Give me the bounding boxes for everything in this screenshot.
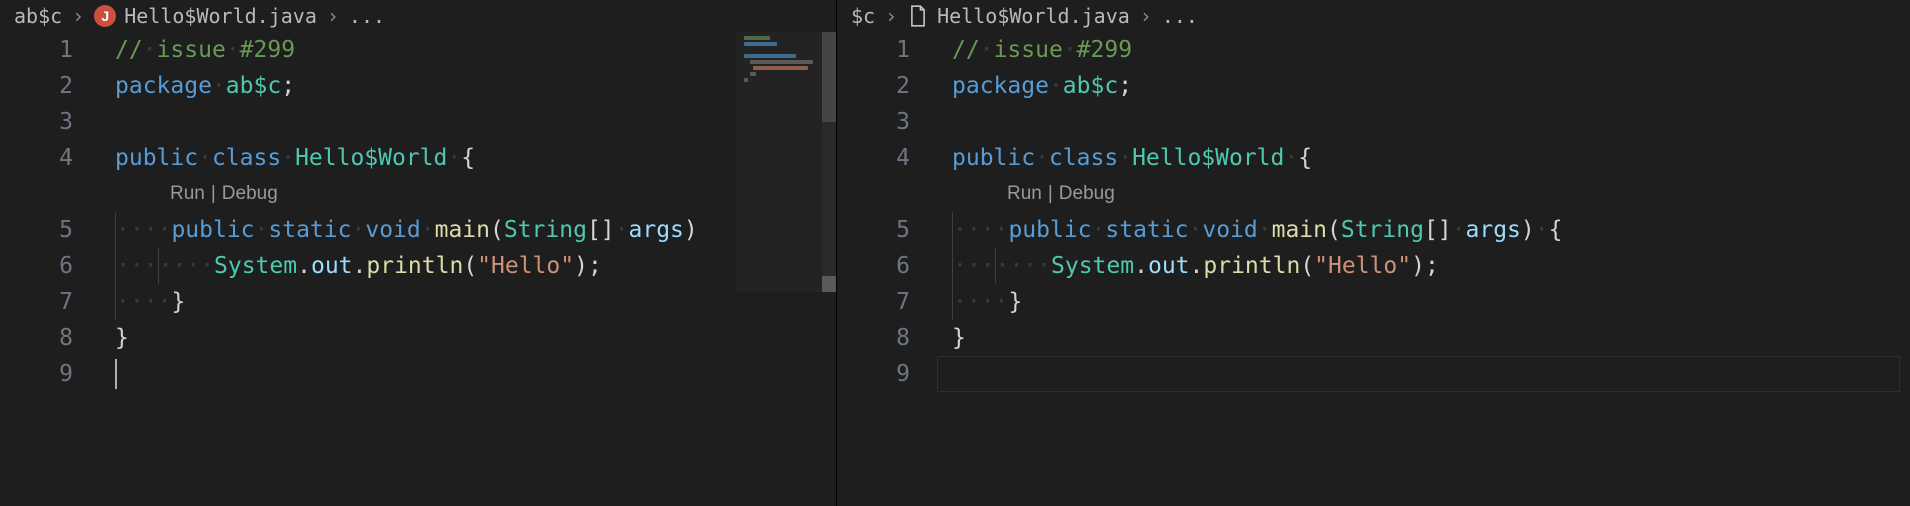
- code-line[interactable]: //·issue·#299: [952, 32, 1910, 68]
- breadcrumb-package[interactable]: ab$c: [14, 4, 62, 28]
- breadcrumb[interactable]: ab$c › J Hello$World.java › ...: [0, 0, 836, 32]
- breadcrumb-package[interactable]: $c: [851, 4, 875, 28]
- line-number: 9: [0, 356, 73, 392]
- breadcrumb-file-label: Hello$World.java: [937, 4, 1130, 28]
- code-line[interactable]: ····}: [115, 284, 836, 320]
- breadcrumb-file-label: Hello$World.java: [124, 4, 317, 28]
- breadcrumb-file[interactable]: J Hello$World.java: [94, 4, 317, 28]
- minimap-viewport-indicator[interactable]: [822, 276, 836, 292]
- code-line[interactable]: [115, 104, 836, 140]
- minimap-content: [744, 36, 818, 84]
- code-line[interactable]: public·class·Hello$World·{: [115, 140, 836, 176]
- line-number: [0, 176, 73, 212]
- codelens-debug[interactable]: Debug: [1059, 176, 1115, 212]
- chevron-right-icon: ›: [1140, 4, 1152, 28]
- code-editor[interactable]: 1 2 3 4 5 6 7 8 9 //·issue·#299 package·…: [837, 32, 1910, 506]
- java-file-icon: J: [94, 5, 116, 27]
- breadcrumb-symbol[interactable]: ...: [1162, 4, 1198, 28]
- editor-pane-left: ab$c › J Hello$World.java › ... 1 2 3 4 …: [0, 0, 837, 506]
- code-line[interactable]: [952, 104, 1910, 140]
- line-number: 4: [837, 140, 910, 176]
- codelens-run[interactable]: Run: [1007, 176, 1042, 212]
- editor-pane-right: $c › Hello$World.java › ... 1 2 3 4 5 6 …: [837, 0, 1910, 506]
- text-cursor: [115, 359, 117, 389]
- line-number: 2: [0, 68, 73, 104]
- line-number-gutter: 1 2 3 4 5 6 7 8 9: [0, 32, 95, 392]
- line-number: 5: [837, 212, 910, 248]
- chevron-right-icon: ›: [72, 4, 84, 28]
- code-editor[interactable]: 1 2 3 4 5 6 7 8 9 //·issue·#299 package·…: [0, 32, 836, 506]
- minimap-scrollbar-thumb[interactable]: [822, 32, 836, 122]
- code-line[interactable]: //·issue·#299: [115, 32, 836, 68]
- line-number: 6: [837, 248, 910, 284]
- code-line[interactable]: [115, 356, 836, 392]
- line-number: 8: [837, 320, 910, 356]
- line-number: 5: [0, 212, 73, 248]
- code-line[interactable]: package·ab$c;: [952, 68, 1910, 104]
- codelens-separator: |: [211, 176, 216, 212]
- codelens: Run | Debug: [1007, 176, 1115, 212]
- code-line[interactable]: }: [115, 320, 836, 356]
- codelens-run[interactable]: Run: [170, 176, 205, 212]
- file-icon: [907, 5, 929, 27]
- code-line[interactable]: }: [952, 320, 1910, 356]
- code-line[interactable]: ····public·static·void·main(String[]·arg…: [115, 212, 836, 248]
- minimap[interactable]: [736, 32, 836, 292]
- line-number: 2: [837, 68, 910, 104]
- code-content[interactable]: //·issue·#299 package·ab$c; public·class…: [952, 32, 1910, 392]
- code-line[interactable]: ·······System.out.println("Hello");: [952, 248, 1910, 284]
- code-line[interactable]: [952, 356, 1910, 392]
- code-line[interactable]: ····}: [952, 284, 1910, 320]
- breadcrumb-symbol[interactable]: ...: [349, 4, 385, 28]
- line-number: 1: [0, 32, 73, 68]
- line-number: [837, 176, 910, 212]
- code-line[interactable]: package·ab$c;: [115, 68, 836, 104]
- line-number: 3: [837, 104, 910, 140]
- line-number: 4: [0, 140, 73, 176]
- chevron-right-icon: ›: [327, 4, 339, 28]
- code-line[interactable]: ····public·static·void·main(String[]·arg…: [952, 212, 1910, 248]
- line-number: 7: [0, 284, 73, 320]
- codelens-separator: |: [1048, 176, 1053, 212]
- chevron-right-icon: ›: [885, 4, 897, 28]
- code-line[interactable]: ·······System.out.println("Hello");: [115, 248, 836, 284]
- line-number: 6: [0, 248, 73, 284]
- line-number: 1: [837, 32, 910, 68]
- line-number: 9: [837, 356, 910, 392]
- breadcrumb-file[interactable]: Hello$World.java: [907, 4, 1130, 28]
- breadcrumb[interactable]: $c › Hello$World.java › ...: [837, 0, 1910, 32]
- line-number: 3: [0, 104, 73, 140]
- code-content[interactable]: //·issue·#299 package·ab$c; public·class…: [115, 32, 836, 392]
- code-line[interactable]: public·class·Hello$World·{: [952, 140, 1910, 176]
- line-number: 7: [837, 284, 910, 320]
- split-editor: ab$c › J Hello$World.java › ... 1 2 3 4 …: [0, 0, 1910, 506]
- line-number: 8: [0, 320, 73, 356]
- line-number-gutter: 1 2 3 4 5 6 7 8 9: [837, 32, 932, 392]
- codelens-debug[interactable]: Debug: [222, 176, 278, 212]
- codelens: Run | Debug: [170, 176, 278, 212]
